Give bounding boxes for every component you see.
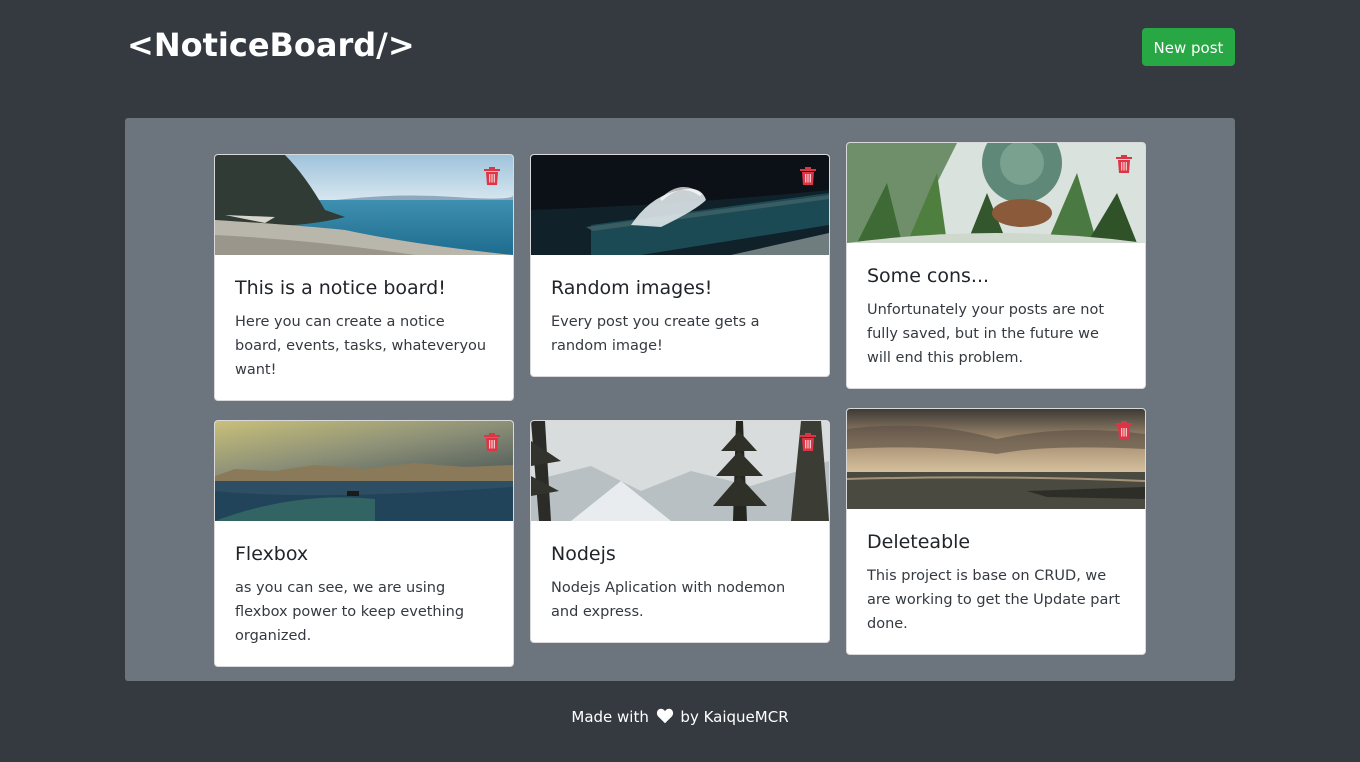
card-body: Deleteable This project is base on CRUD,…	[847, 509, 1145, 654]
notice-card: Some cons... Unfortunately your posts ar…	[846, 142, 1146, 389]
card-title: Nodejs	[551, 543, 616, 565]
top-navbar: <NoticeBoard/> New post	[0, 0, 1360, 100]
footer-made-with: Made with	[571, 708, 649, 726]
card-body: Flexbox as you can see, we are using fle…	[215, 521, 513, 666]
card-image-harbor-city	[215, 421, 513, 521]
notice-card: Nodejs Nodejs Aplication with nodemon an…	[530, 420, 830, 643]
card-text: Every post you create gets a random imag…	[551, 314, 760, 354]
footer: Made with by KaiqueMCR	[0, 705, 1360, 729]
card-text: Nodejs Aplication with nodemon and expre…	[551, 580, 786, 620]
trash-icon[interactable]	[1116, 155, 1132, 173]
footer-author: by KaiqueMCR	[680, 708, 789, 726]
card-image-snowy-forest	[531, 421, 829, 521]
card-text: This project is base on CRUD, we are wor…	[867, 568, 1121, 632]
new-post-button[interactable]: New post	[1142, 28, 1235, 66]
notice-card: This is a notice board! Here you can cre…	[214, 154, 514, 401]
card-text: Here you can create a notice board, even…	[235, 314, 487, 378]
trash-icon[interactable]	[800, 167, 816, 185]
card-image-ocean-sunset	[847, 409, 1145, 509]
notice-board-container: This is a notice board! Here you can cre…	[125, 118, 1235, 681]
card-image-coast-beach	[215, 155, 513, 255]
trash-icon[interactable]	[484, 167, 500, 185]
card-body: This is a notice board! Here you can cre…	[215, 255, 513, 400]
notice-card: Deleteable This project is base on CRUD,…	[846, 408, 1146, 655]
notice-card: Random images! Every post you create get…	[530, 154, 830, 377]
trash-icon[interactable]	[1116, 421, 1132, 439]
heart-icon	[656, 708, 673, 724]
notice-card: Flexbox as you can see, we are using fle…	[214, 420, 514, 667]
brand-title: <NoticeBoard/>	[127, 26, 415, 64]
card-title: Some cons...	[867, 265, 990, 287]
card-title: Flexbox	[235, 543, 309, 565]
card-image-succulents	[847, 143, 1145, 243]
card-title: This is a notice board!	[235, 277, 446, 299]
card-image-sea-pool-wave	[531, 155, 829, 255]
trash-icon[interactable]	[484, 433, 500, 451]
card-body: Nodejs Nodejs Aplication with nodemon an…	[531, 521, 829, 642]
card-body: Random images! Every post you create get…	[531, 255, 829, 376]
card-text: as you can see, we are using flexbox pow…	[235, 580, 465, 644]
trash-icon[interactable]	[800, 433, 816, 451]
card-title: Deleteable	[867, 531, 971, 553]
card-text: Unfortunately your posts are not fully s…	[867, 302, 1105, 366]
card-body: Some cons... Unfortunately your posts ar…	[847, 243, 1145, 388]
card-title: Random images!	[551, 277, 713, 299]
